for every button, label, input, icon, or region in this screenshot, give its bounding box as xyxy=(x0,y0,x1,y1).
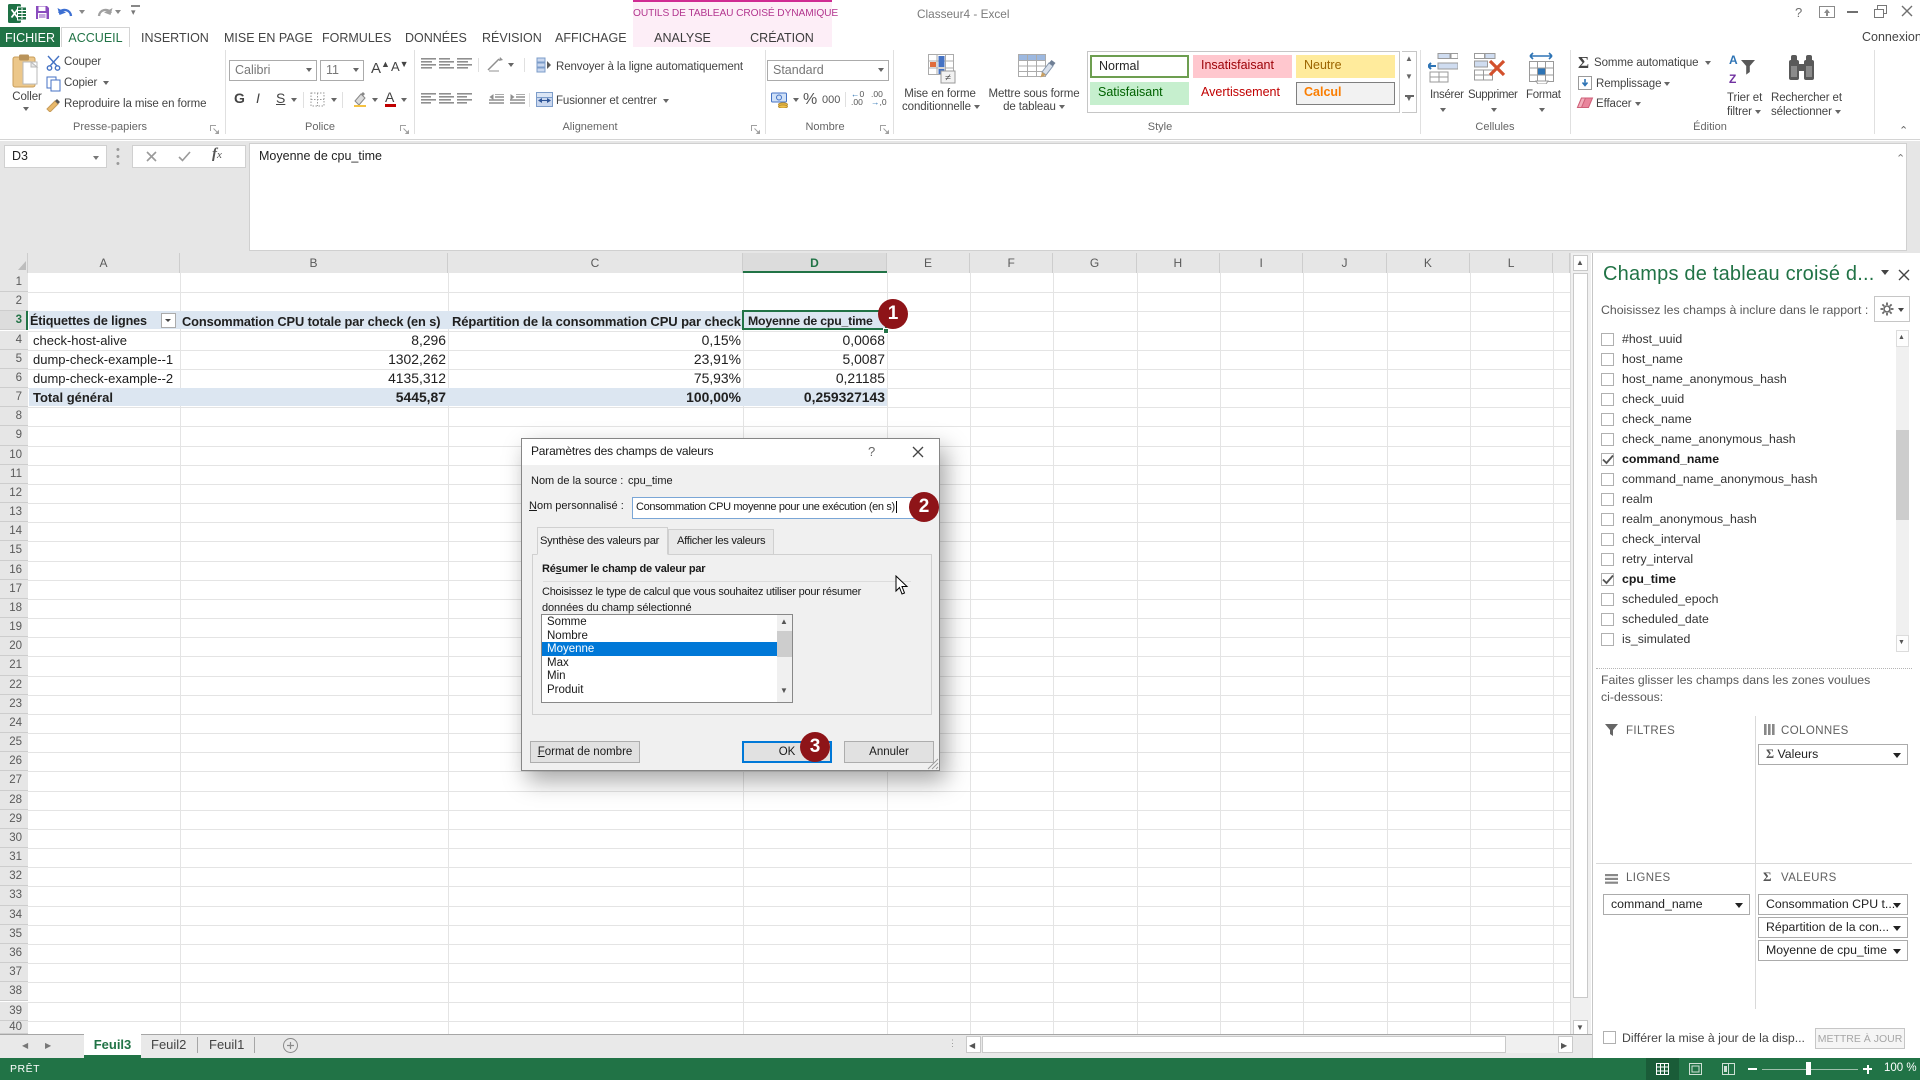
svg-text:≠: ≠ xyxy=(945,72,951,84)
